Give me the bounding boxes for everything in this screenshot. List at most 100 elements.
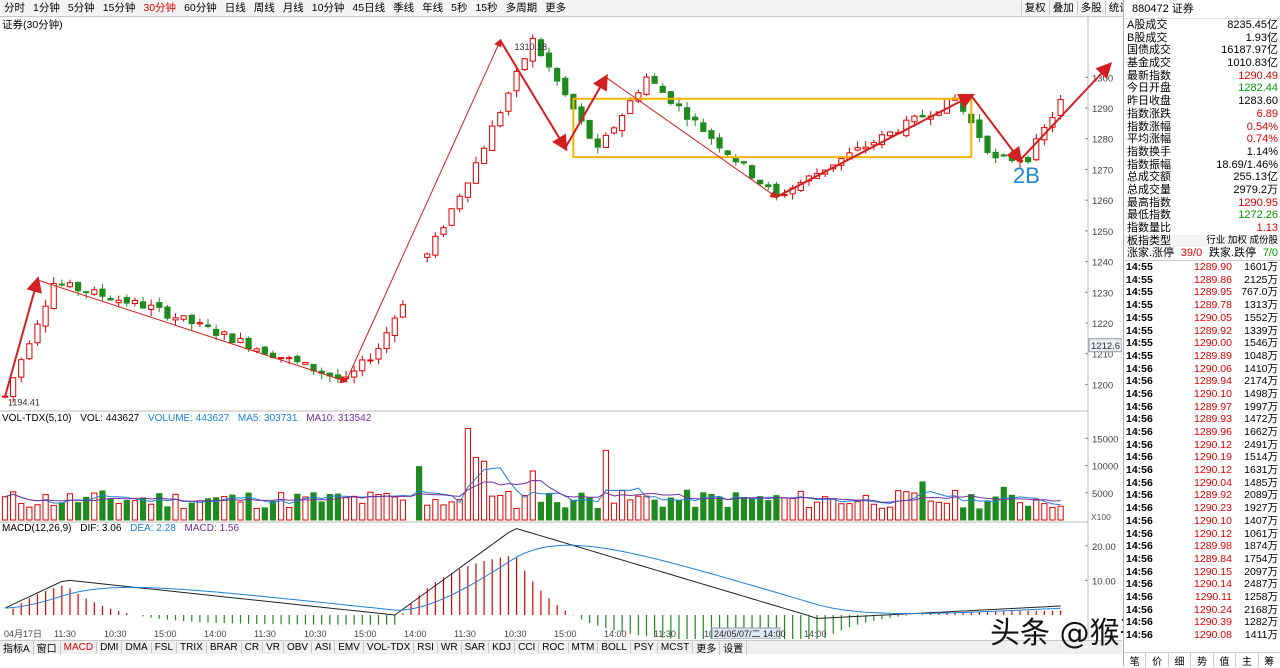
volume-bar	[935, 501, 942, 521]
indicator-tab[interactable]: FSL	[152, 642, 178, 653]
volume-bar	[472, 456, 480, 521]
quote-tab[interactable]: 笔	[1124, 653, 1147, 668]
down-candle	[740, 161, 748, 164]
down-candle	[74, 281, 82, 292]
indicator-tab[interactable]: ROC	[539, 642, 569, 653]
period-tab[interactable]: 更多	[541, 0, 570, 16]
period-tab[interactable]: 5秒	[447, 0, 471, 16]
quote-tab[interactable]: 势	[1191, 653, 1214, 668]
tick-list[interactable]: 14:55 1289.90 1601万 14:55 1289.86 2125万 14:55 1…	[1124, 261, 1280, 642]
period-tab[interactable]: 60分钟	[180, 0, 221, 16]
indicator-tab[interactable]: OBV	[284, 642, 313, 653]
tick-row: 14:56 1290.11 1258万	[1124, 591, 1280, 604]
indicator-tab[interactable]: KDJ	[489, 642, 516, 653]
tick-row: 14:55 1289.90 1601万	[1124, 261, 1280, 274]
period-tab[interactable]: 周线	[250, 0, 279, 16]
tick-row: 14:56 1290.24 2168万	[1124, 604, 1280, 617]
stat-value: 18.69/1.46%	[1216, 158, 1278, 171]
volume-bar	[489, 495, 496, 521]
tick-amount: 1485万	[1244, 476, 1278, 489]
indicator-tab[interactable]: MCST	[658, 642, 694, 653]
volume-bar	[830, 498, 837, 521]
indicator-tab[interactable]: TRIX	[177, 642, 207, 653]
period-tab[interactable]: 月线	[279, 0, 308, 16]
indicator-tab[interactable]: EMV	[335, 642, 364, 653]
period-tab[interactable]: 10分钟	[308, 0, 349, 16]
macd-indicator-name: MACD(12,26,9)	[2, 523, 72, 534]
period-tab[interactable]: 日线	[221, 0, 250, 16]
down-candle	[683, 107, 691, 120]
quote-tab[interactable]: 价	[1146, 653, 1169, 668]
period-tab[interactable]: 5分钟	[64, 0, 99, 16]
volume-bar	[838, 503, 845, 521]
period-tab[interactable]: 年线	[418, 0, 447, 16]
period-tab[interactable]: 15分钟	[99, 0, 140, 16]
tool-button[interactable]: 多股	[1076, 1, 1105, 15]
period-tab[interactable]: 季线	[389, 0, 418, 16]
indicator-tab[interactable]: 指标A	[0, 640, 34, 655]
ma5-value: MA5: 303731	[237, 413, 298, 424]
period-tab[interactable]: 分时	[0, 0, 29, 16]
time-axis-label: 11:30	[54, 629, 76, 639]
volume-bar	[74, 502, 82, 521]
volume-bar	[822, 496, 829, 521]
indicator-tab[interactable]: DMI	[97, 642, 123, 653]
quote-tab[interactable]: 主	[1236, 653, 1259, 668]
down-candle	[58, 283, 65, 286]
volume-bar	[399, 499, 406, 521]
volume-bar	[156, 493, 163, 521]
volume-bar	[651, 499, 658, 521]
indicator-tab[interactable]: ASI	[312, 642, 336, 653]
indicator-tab[interactable]: CCI	[515, 642, 540, 653]
volume-bar	[862, 494, 869, 521]
indicator-tab[interactable]: SAR	[462, 642, 490, 653]
indicator-tab[interactable]: CR	[242, 642, 264, 653]
period-tab[interactable]: 多周期	[502, 0, 542, 16]
indicator-tab[interactable]: 窗口	[34, 640, 61, 655]
tick-time: 14:55	[1126, 261, 1153, 274]
volume-bar	[643, 495, 650, 521]
down-candle	[1025, 156, 1032, 163]
indicator-tab[interactable]: VOL-TDX	[364, 642, 415, 653]
indicator-tab[interactable]: MTM	[569, 642, 599, 653]
stat-row: 最新指数 1290.49	[1124, 70, 1280, 83]
tick-row: 14:56 1289.96 1662万	[1124, 426, 1280, 439]
indicator-tab[interactable]: 更多	[693, 640, 721, 655]
tool-button[interactable]: 叠加	[1048, 1, 1077, 15]
indicator-tab[interactable]: BRAR	[207, 642, 242, 653]
down-candle	[164, 306, 171, 319]
indicator-tab[interactable]: DMA	[122, 642, 152, 653]
board-links[interactable]: 行业 加权 成份股	[1206, 235, 1278, 248]
up-candle	[1016, 159, 1024, 162]
quote-tab[interactable]: 细	[1169, 653, 1192, 668]
indicator-tab[interactable]: MACD	[61, 642, 98, 653]
down-candle	[724, 150, 731, 155]
indicator-tab[interactable]: WR	[438, 642, 462, 653]
tool-button[interactable]: 复权	[1020, 1, 1049, 15]
quote-tab[interactable]: 值	[1214, 653, 1237, 668]
period-tab[interactable]: 15秒	[471, 0, 501, 16]
indicator-tab[interactable]: VR	[263, 642, 284, 653]
indicator-tab[interactable]: RSI	[414, 642, 438, 653]
down-candle	[675, 103, 683, 107]
indicator-tab[interactable]: BOLL	[598, 642, 631, 653]
y-tick-label: 1290	[1092, 104, 1113, 115]
down-label: 跌家.跌停	[1208, 247, 1256, 260]
indicator-tab[interactable]: 设置	[720, 640, 748, 655]
candlestick-chart[interactable]: 1300129012801270126012501240123012201210…	[0, 17, 1122, 639]
down-candle	[692, 116, 699, 121]
security-code: 880472	[1132, 3, 1169, 15]
down-candle	[545, 52, 553, 68]
time-axis-label: 11:30	[454, 629, 476, 639]
quote-tab[interactable]: 筹	[1259, 653, 1280, 668]
trend-arrow	[345, 38, 502, 382]
up-candle	[42, 305, 49, 327]
stat-value: 16187.97亿	[1221, 44, 1278, 57]
volume-bar	[675, 499, 683, 521]
up-candle	[383, 332, 390, 350]
y-tick-label: 1200	[1092, 380, 1113, 391]
period-tab[interactable]: 45日线	[348, 0, 389, 16]
indicator-tab[interactable]: PSY	[631, 642, 658, 653]
period-tab[interactable]: 1分钟	[29, 0, 64, 16]
period-tab[interactable]: 30分钟	[139, 0, 180, 16]
